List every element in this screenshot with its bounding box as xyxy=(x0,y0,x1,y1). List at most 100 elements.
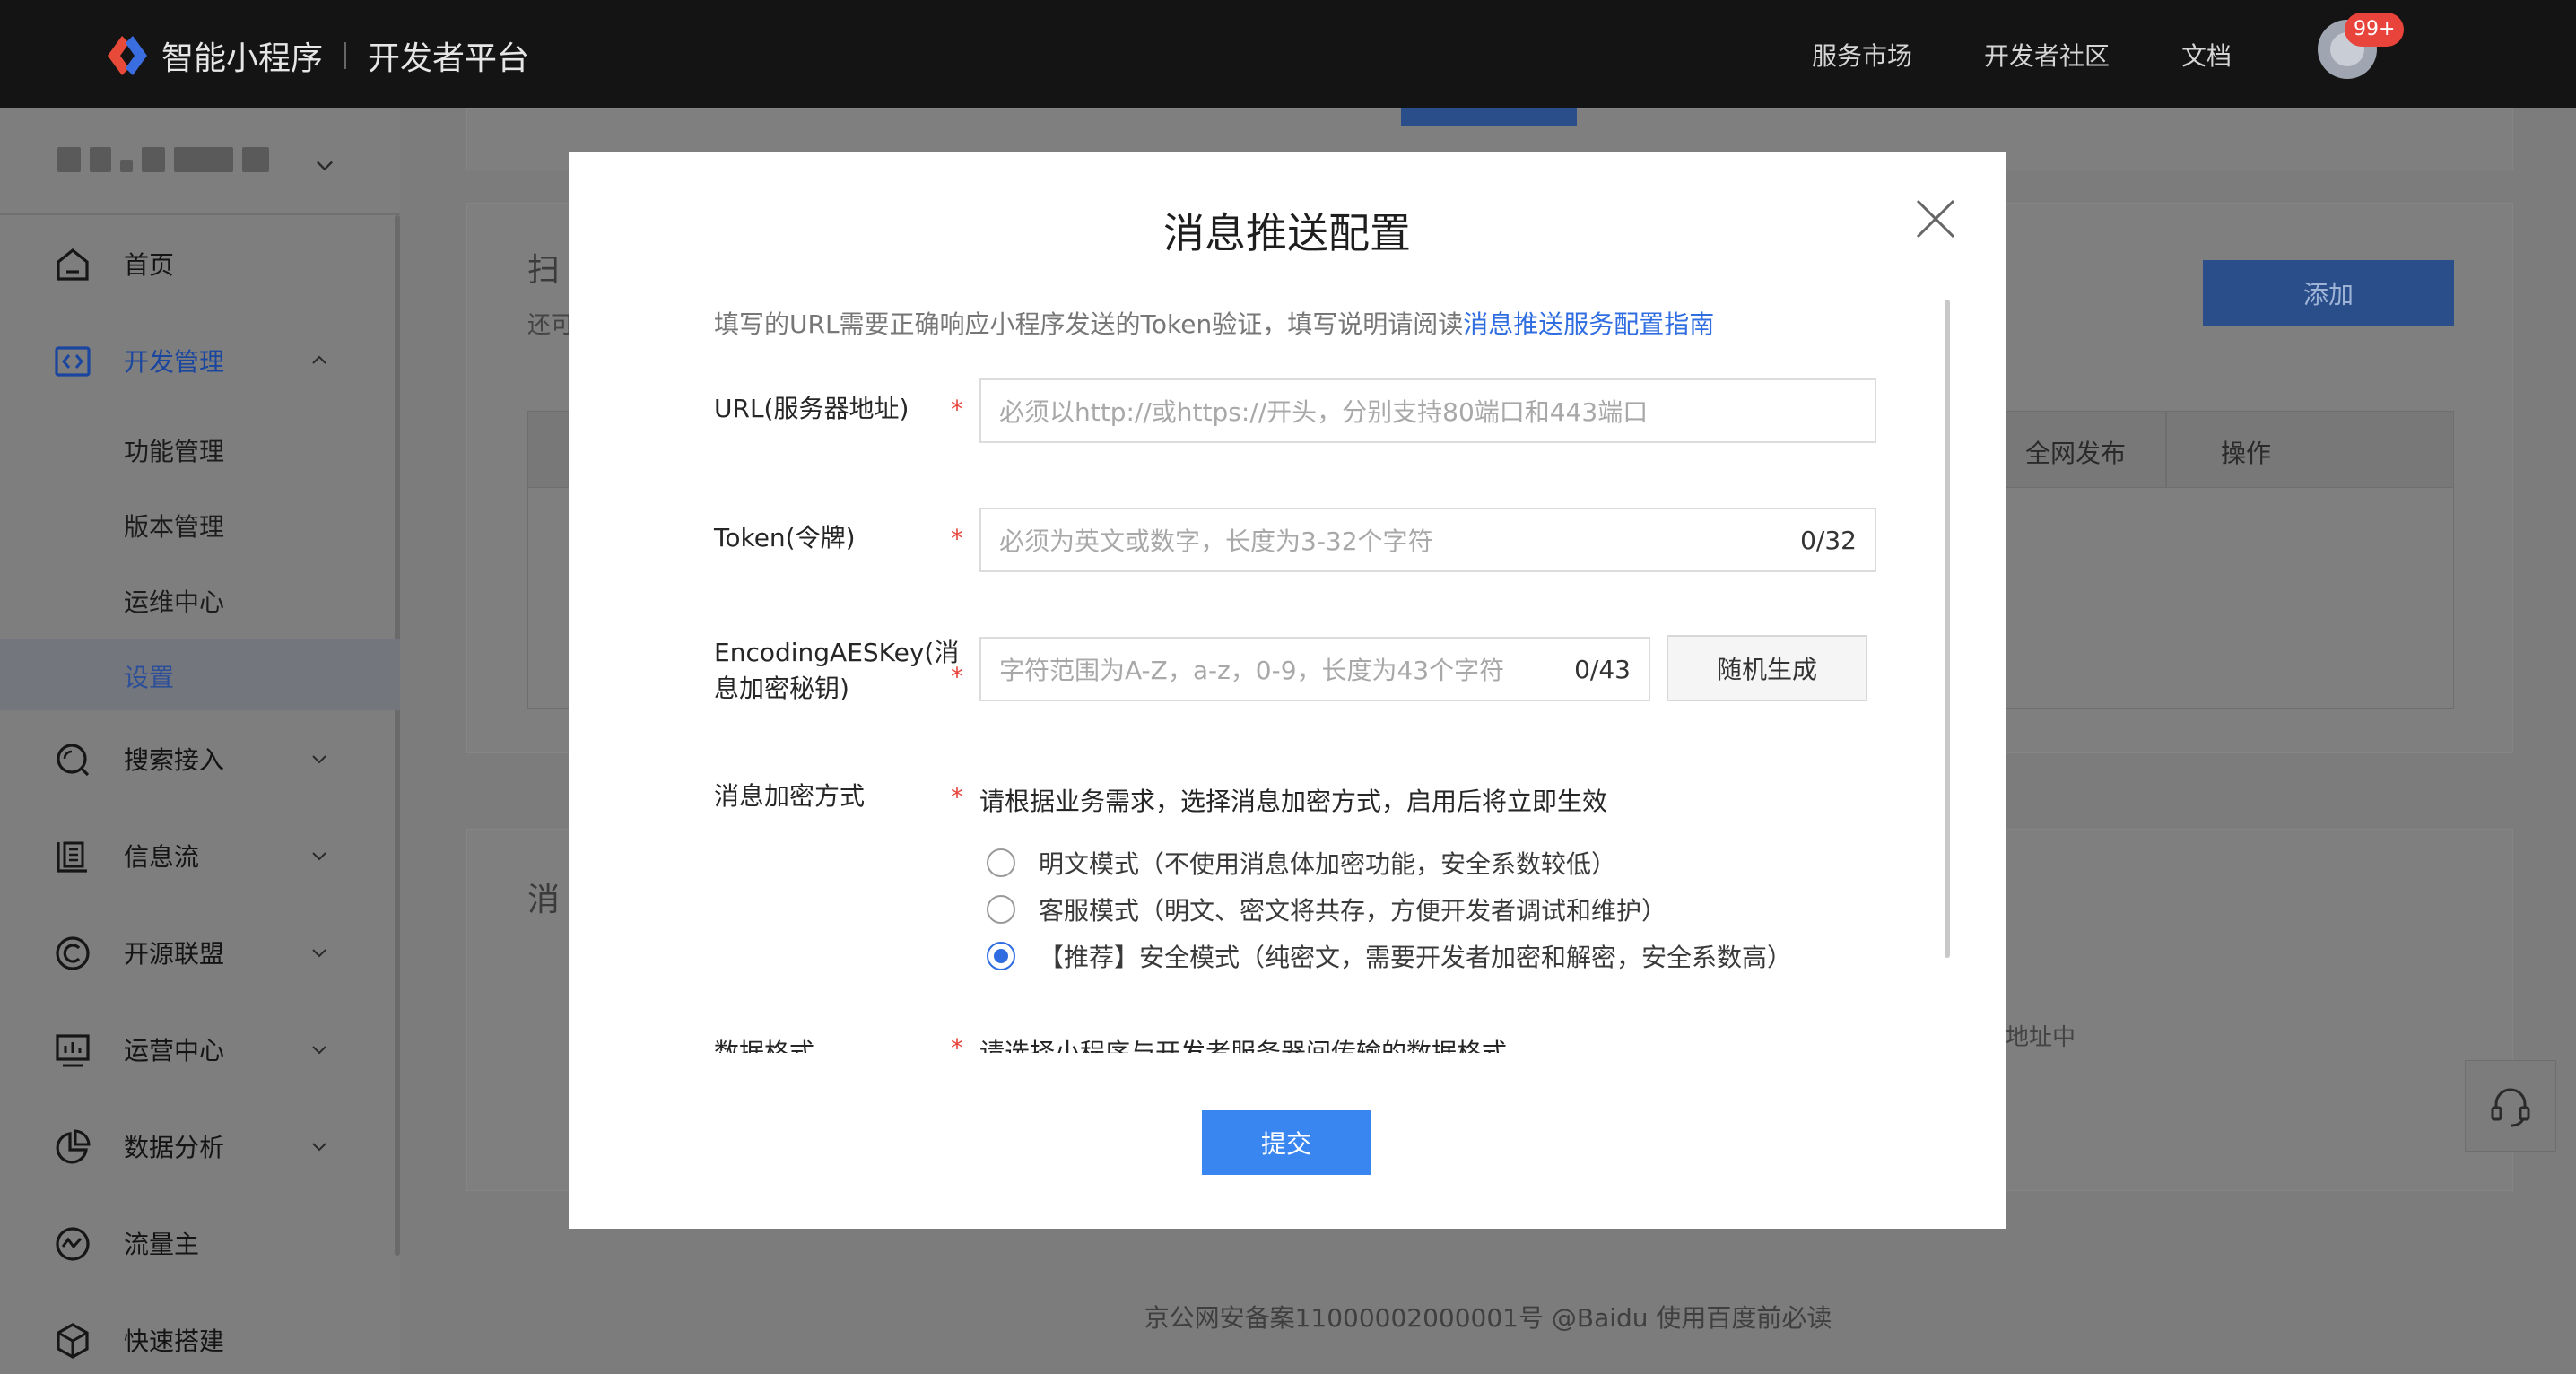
required-mark: * xyxy=(951,782,963,812)
sidebar-subitem-label: 功能管理 xyxy=(124,437,225,466)
chevron-down-icon xyxy=(312,1143,326,1152)
logo-icon[interactable] xyxy=(104,32,151,79)
platform-name: 开发者平台 xyxy=(368,40,530,77)
bg-table-header-publish: 全网发布 xyxy=(2025,439,2127,468)
close-icon[interactable] xyxy=(1912,196,1959,242)
nav-service-market[interactable]: 服务市场 xyxy=(1812,32,1912,77)
bg-table-header-actions: 操作 xyxy=(2221,439,2272,468)
sidebar-item-label: 开源联盟 xyxy=(124,939,225,969)
url-input[interactable]: 必须以http://或https://开头，分别支持80端口和443端口 xyxy=(979,378,1876,443)
random-generate-button[interactable]: 随机生成 xyxy=(1667,635,1867,701)
chevron-down-icon xyxy=(312,949,326,958)
sidebar-subitem-versions[interactable]: 版本管理 xyxy=(0,488,400,560)
chevron-up-icon xyxy=(312,355,326,364)
bg-section-title-2: 消 xyxy=(527,882,561,918)
sidebar-item-dev-management[interactable]: 开发管理 xyxy=(0,323,400,398)
aes-key-char-count: 0/43 xyxy=(1574,654,1631,684)
data-format-label: 数据格式 xyxy=(714,1038,815,1053)
config-guide-link[interactable]: 消息推送服务配置指南 xyxy=(1463,309,1714,339)
nav-docs[interactable]: 文档 xyxy=(2181,32,2232,77)
radio-compatible-mode[interactable]: 客服模式（明文、密文将共存，方便开发者调试和维护） xyxy=(987,891,1667,927)
sidebar-divider xyxy=(0,213,400,215)
token-label: Token(令牌) xyxy=(714,523,856,552)
sidebar-item-search[interactable]: 搜索接入 xyxy=(0,721,400,796)
brand[interactable]: 智能小程序 开发者平台 xyxy=(161,32,529,79)
sidebar-item-label: 数据分析 xyxy=(124,1133,225,1162)
radio-secure-mode[interactable]: 【推荐】安全模式（纯密文，需要开发者加密和解密，安全系数高） xyxy=(987,938,1792,974)
nav-developer-community[interactable]: 开发者社区 xyxy=(1984,32,2110,77)
encrypt-mode-label: 消息加密方式 xyxy=(714,781,866,811)
url-placeholder: 必须以http://或https://开头，分别支持80端口和443端口 xyxy=(999,397,1649,427)
feed-icon xyxy=(57,841,87,873)
data-format-hint: 请选择小程序与开发者服务器间传输的数据格式 xyxy=(979,1038,1508,1053)
sidebar-item-home[interactable]: 首页 xyxy=(0,226,400,301)
sidebar-item-feed[interactable]: 信息流 xyxy=(0,818,400,893)
alliance-icon xyxy=(56,936,90,970)
operation-icon xyxy=(56,1034,90,1067)
sidebar-item-traffic-owner[interactable]: 流量主 xyxy=(0,1205,400,1281)
sidebar-subitem-features[interactable]: 功能管理 xyxy=(0,413,400,484)
description-text: 填写的URL需要正确响应小程序发送的Token验证，填写说明请阅读 xyxy=(714,309,1464,339)
bg-table-col-divider xyxy=(2165,411,2167,488)
bg-section-subtitle: 还可 xyxy=(527,312,575,339)
data-format-row-clipped: 数据格式 * 请选择小程序与开发者服务器间传输的数据格式 xyxy=(569,1033,2006,1053)
aes-key-placeholder: 字符范围为A-Z，a-z，0-9，长度为43个字符 xyxy=(999,656,1505,685)
brand-separator xyxy=(344,42,347,69)
sidebar-item-open-alliance[interactable]: 开源联盟 xyxy=(0,915,400,990)
sidebar-subitem-ops-center[interactable]: 运维中心 xyxy=(0,563,400,635)
dialog-description: 填写的URL需要正确响应小程序发送的Token验证，填写说明请阅读消息推送服务配… xyxy=(714,305,1714,341)
aes-key-input[interactable]: 字符范围为A-Z，a-z，0-9，长度为43个字符 0/43 xyxy=(979,637,1650,701)
bg-tab-indicator xyxy=(1401,108,1577,126)
customer-service-button[interactable] xyxy=(2465,1060,2556,1152)
account-chevron-down-icon[interactable] xyxy=(312,152,337,178)
required-mark: * xyxy=(951,524,963,553)
chevron-down-icon xyxy=(312,852,326,861)
headset-icon xyxy=(2491,1088,2530,1127)
required-mark: * xyxy=(951,1033,963,1053)
aes-key-label-line2: 息加密秘钥) xyxy=(714,674,849,703)
sidebar-item-label: 搜索接入 xyxy=(124,745,225,775)
dialog-title: 消息推送配置 xyxy=(1163,209,1411,257)
add-button[interactable]: 添加 xyxy=(2203,260,2454,326)
sidebar: 首页 开发管理 功能管理 版本管理 运维中心 设置 搜索接入 信息流 开源联盟 … xyxy=(0,108,400,1374)
url-label: URL(服务器地址) xyxy=(714,394,909,423)
notification-badge[interactable]: 99+ xyxy=(2345,13,2405,47)
chevron-down-icon xyxy=(312,1046,326,1055)
aes-key-label: EncodingAESKey(消 息加密秘钥) xyxy=(714,635,959,707)
encrypt-mode-hint: 请根据业务需求，选择消息加密方式，启用后将立即生效 xyxy=(979,787,1608,816)
radio-button[interactable] xyxy=(987,895,1015,924)
radio-label: 客服模式（明文、密文将共存，方便开发者调试和维护） xyxy=(1039,896,1667,926)
token-input[interactable]: 必须为英文或数字，长度为3-32个字符 0/32 xyxy=(979,508,1876,572)
sidebar-item-data-analysis[interactable]: 数据分析 xyxy=(0,1109,400,1184)
radio-label: 明文模式（不使用消息体加密功能，安全系数较低） xyxy=(1039,849,1617,879)
chevron-down-icon xyxy=(312,755,326,764)
submit-button[interactable]: 提交 xyxy=(1202,1110,1371,1175)
radio-plaintext-mode[interactable]: 明文模式（不使用消息体加密功能，安全系数较低） xyxy=(987,845,1616,881)
traffic-icon xyxy=(56,1227,90,1261)
token-placeholder: 必须为英文或数字，长度为3-32个字符 xyxy=(999,526,1433,556)
sidebar-subitem-settings[interactable]: 设置 xyxy=(0,639,400,710)
account-selector[interactable] xyxy=(57,147,269,172)
sidebar-item-label: 首页 xyxy=(124,250,175,280)
dialog-scrollbar[interactable] xyxy=(1945,300,1950,958)
sidebar-item-label: 运营中心 xyxy=(124,1036,225,1065)
radio-button[interactable] xyxy=(987,848,1015,877)
code-icon xyxy=(55,346,91,377)
sidebar-item-label: 流量主 xyxy=(124,1230,200,1259)
radio-button-checked[interactable] xyxy=(987,942,1015,970)
top-bar: 智能小程序 开发者平台 服务市场 开发者社区 文档 99+ xyxy=(0,0,2576,108)
message-push-dialog: 消息推送配置 填写的URL需要正确响应小程序发送的Token验证，填写说明请阅读… xyxy=(569,152,2006,1229)
footer: 京公网安备案11000002000001号 @Baidu 使用百度前必读 xyxy=(1144,1303,1832,1333)
sidebar-item-operation[interactable]: 运营中心 xyxy=(0,1012,400,1087)
brand-name: 智能小程序 xyxy=(161,40,324,77)
sidebar-subitem-label: 版本管理 xyxy=(124,512,225,542)
required-mark: * xyxy=(951,662,963,691)
sidebar-subitem-label: 设置 xyxy=(124,663,175,692)
search-icon xyxy=(57,744,90,777)
sidebar-item-label: 信息流 xyxy=(124,842,200,872)
required-mark: * xyxy=(951,395,963,424)
sidebar-subitem-label: 运维中心 xyxy=(124,587,225,617)
radio-label: 【推荐】安全模式（纯密文，需要开发者加密和解密，安全系数高） xyxy=(1039,943,1793,972)
aes-key-label-line1: EncodingAESKey(消 xyxy=(714,638,960,667)
sidebar-item-label: 开发管理 xyxy=(124,347,225,377)
